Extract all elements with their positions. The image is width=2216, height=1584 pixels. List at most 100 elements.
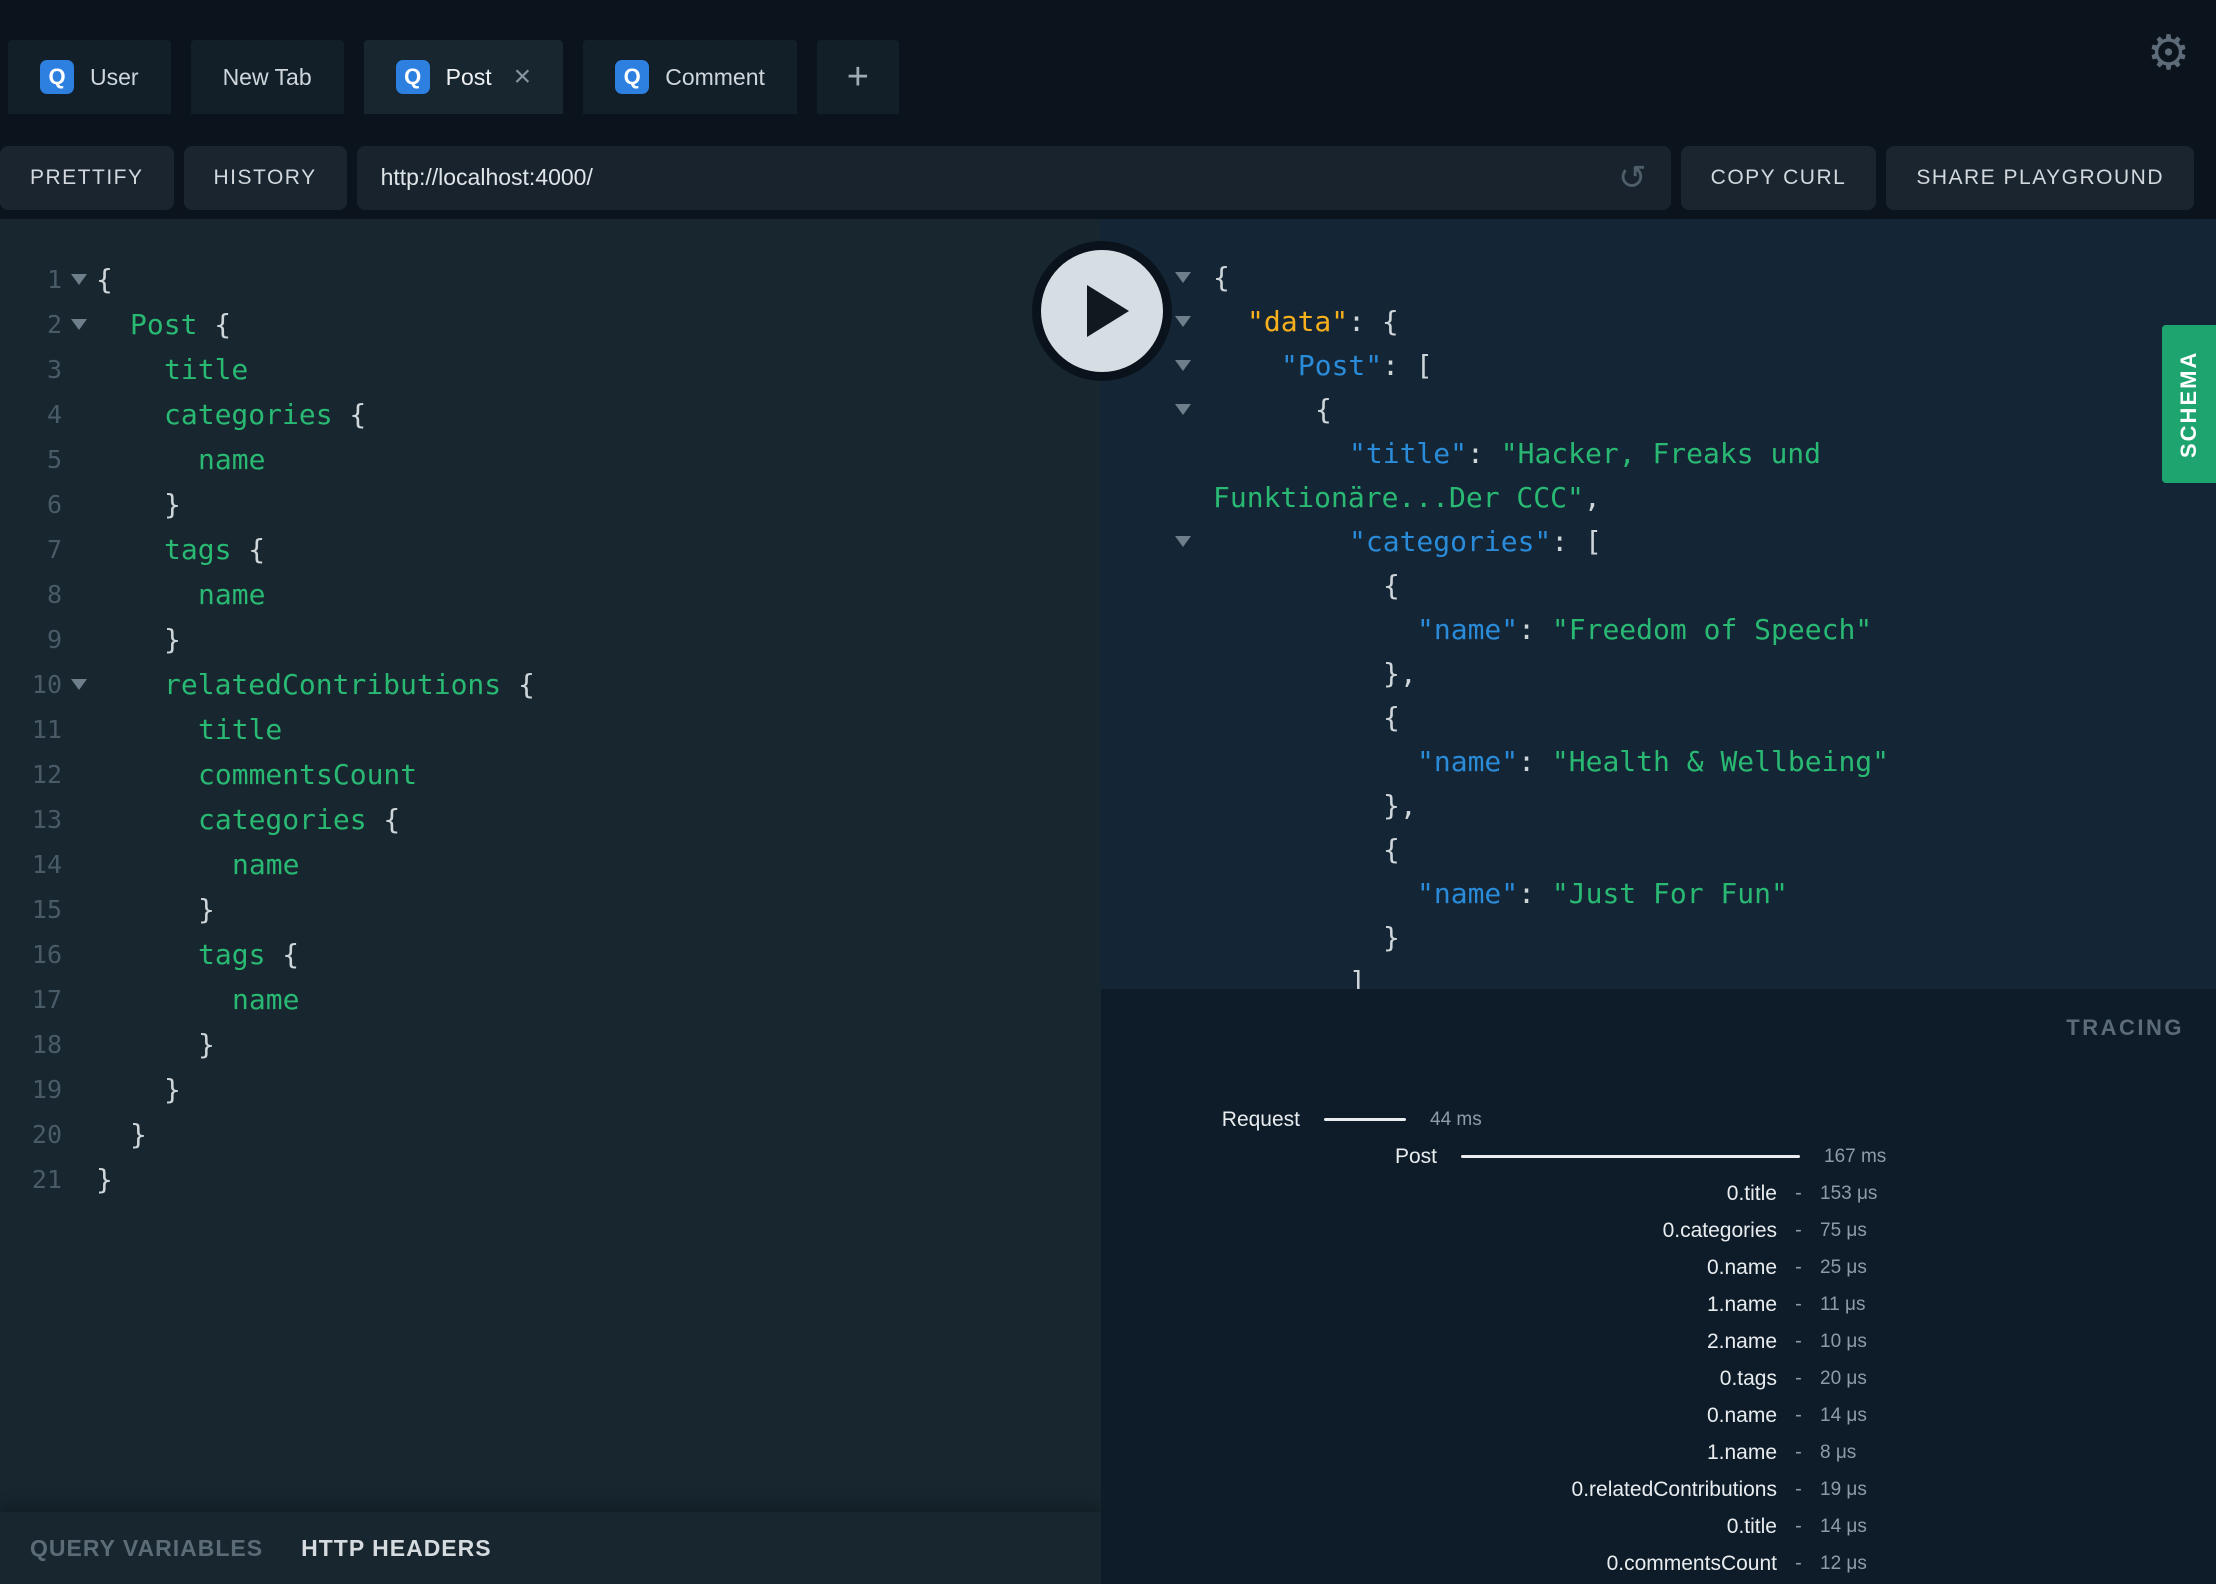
code-text: relatedContributions {: [164, 668, 535, 701]
prettify-button[interactable]: PRETTIFY: [0, 145, 174, 210]
schema-tab[interactable]: SCHEMA: [2162, 325, 2216, 483]
right-column: {"data": {"Post": [{"title": "Hacker, Fr…: [1101, 219, 2216, 1584]
trace-time: 14 μs: [1820, 1404, 1867, 1426]
code-text: {: [1383, 832, 1400, 866]
trace-row: 0.relatedContributions -19 μs: [1101, 1471, 2216, 1508]
code-line: "categories": [: [1101, 519, 2216, 563]
line-number: 21: [31, 1165, 62, 1194]
trace-label: 0.commentsCount: [1606, 1551, 1777, 1575]
line-number: 4: [46, 400, 62, 429]
line-number: 7: [46, 535, 62, 564]
code-text: title: [198, 713, 283, 746]
http-headers-tab[interactable]: HTTP HEADERS: [301, 1535, 492, 1562]
code-line: 21}: [0, 1157, 1101, 1202]
close-tab-icon[interactable]: ×: [514, 62, 532, 92]
trace-row: 1.name -11 μs: [1101, 1286, 2216, 1323]
fold-arrow-icon[interactable]: [1175, 359, 1191, 371]
trace-row: 0.tags -20 μs: [1101, 1360, 2216, 1397]
fold-arrow-icon[interactable]: [71, 679, 87, 690]
fold-gutter: [62, 274, 96, 285]
editor-bottom-bar: QUERY VARIABLES HTTP HEADERS: [0, 1512, 1101, 1584]
fold-arrow-icon[interactable]: [1175, 271, 1191, 283]
code-line: },: [1101, 783, 2216, 827]
trace-dash: -: [1795, 1404, 1802, 1426]
endpoint-url-input[interactable]: http://localhost:4000/ ↺: [356, 145, 1671, 210]
code-text: name: [198, 443, 266, 476]
code-line: 2 Post {: [0, 302, 1101, 347]
tab-label: User: [90, 63, 139, 90]
code-line: Funktionäre...Der CCC",: [1101, 475, 2216, 519]
trace-dash: -: [1795, 1293, 1802, 1315]
code-line: 20}: [0, 1112, 1101, 1157]
code-text: "name": "Health & Wellbeing": [1417, 744, 1890, 778]
line-number: 9: [46, 625, 62, 654]
code-text: name: [232, 848, 300, 881]
trace-label: 2.name: [1706, 1329, 1777, 1353]
trace-dash: -: [1795, 1552, 1802, 1574]
code-text: "title": "Hacker, Freaks und: [1349, 436, 1822, 470]
trace-dash: -: [1795, 1219, 1802, 1241]
tab-user[interactable]: Q User: [8, 40, 171, 114]
code-line: "name": "Just For Fun": [1101, 871, 2216, 915]
settings-gear-icon[interactable]: ⚙: [2147, 30, 2190, 78]
code-text: tags {: [164, 533, 266, 566]
fold-gutter: [1165, 535, 1213, 547]
trace-time: 8 μs: [1820, 1441, 1857, 1463]
query-variables-tab[interactable]: QUERY VARIABLES: [30, 1535, 263, 1562]
trace-dash: -: [1795, 1478, 1802, 1500]
fold-arrow-icon[interactable]: [1175, 403, 1191, 415]
history-button[interactable]: HISTORY: [183, 145, 347, 210]
fold-arrow-icon[interactable]: [71, 319, 87, 330]
code-line: {: [1101, 563, 2216, 607]
code-text: Post {: [130, 308, 232, 341]
code-text: categories {: [198, 803, 401, 836]
line-number: 17: [31, 985, 62, 1014]
code-line: "Post": [: [1101, 343, 2216, 387]
fold-arrow-icon[interactable]: [71, 274, 87, 285]
trace-time: 153 μs: [1820, 1182, 1878, 1204]
trace-row: Post 167 ms: [1101, 1138, 2216, 1175]
code-text: name: [198, 578, 266, 611]
trace-time: 44 ms: [1430, 1108, 1482, 1130]
code-text: "name": "Freedom of Speech": [1417, 612, 1873, 646]
code-line: 1{: [0, 257, 1101, 302]
toolbar: PRETTIFY HISTORY http://localhost:4000/ …: [0, 136, 2216, 219]
share-playground-button[interactable]: SHARE PLAYGROUND: [1886, 145, 2194, 210]
query-editor-pane[interactable]: 1{2 Post {3 title 4 categories {5 name 6} 7 tags…: [0, 219, 1101, 1584]
trace-dash: -: [1795, 1441, 1802, 1463]
code-line: 18}: [0, 1022, 1101, 1067]
code-text: }: [198, 893, 215, 926]
line-number: 18: [31, 1030, 62, 1059]
line-number: 13: [31, 805, 62, 834]
trace-time: 12 μs: [1820, 1552, 1867, 1574]
code-text: Funktionäre...Der CCC",: [1213, 480, 1601, 514]
code-text: },: [1383, 656, 1417, 690]
trace-label: Post: [1394, 1144, 1437, 1168]
tab-comment[interactable]: Q Comment: [583, 40, 797, 114]
tab-new-tab[interactable]: New Tab: [190, 40, 344, 114]
trace-dash: -: [1795, 1182, 1802, 1204]
new-tab-button[interactable]: +: [816, 40, 899, 114]
code-text: }: [164, 1073, 181, 1106]
trace-dash: -: [1795, 1256, 1802, 1278]
code-line: 11 title: [0, 707, 1101, 752]
query-badge-icon: Q: [615, 60, 650, 94]
trace-time: 75 μs: [1820, 1219, 1867, 1241]
copy-curl-button[interactable]: COPY CURL: [1680, 145, 1877, 210]
tab-label: Comment: [665, 63, 765, 90]
query-badge-icon: Q: [40, 60, 74, 94]
trace-label: Request: [1221, 1107, 1300, 1131]
line-number: 3: [46, 355, 62, 384]
tab-post[interactable]: Q Post ×: [363, 40, 564, 114]
line-number: 20: [31, 1120, 62, 1149]
line-number: 14: [31, 850, 62, 879]
trace-row: Request 44 ms: [1101, 1101, 2216, 1138]
fold-arrow-icon[interactable]: [1175, 315, 1191, 327]
reload-icon[interactable]: ↺: [1618, 161, 1647, 195]
tabs: Q User New Tab Q Post × Q Comment: [8, 40, 817, 114]
execute-button[interactable]: [1041, 250, 1163, 372]
fold-arrow-icon[interactable]: [1175, 535, 1191, 547]
code-line: 5 name: [0, 437, 1101, 482]
code-line: {: [1101, 387, 2216, 431]
line-number: 19: [31, 1075, 62, 1104]
